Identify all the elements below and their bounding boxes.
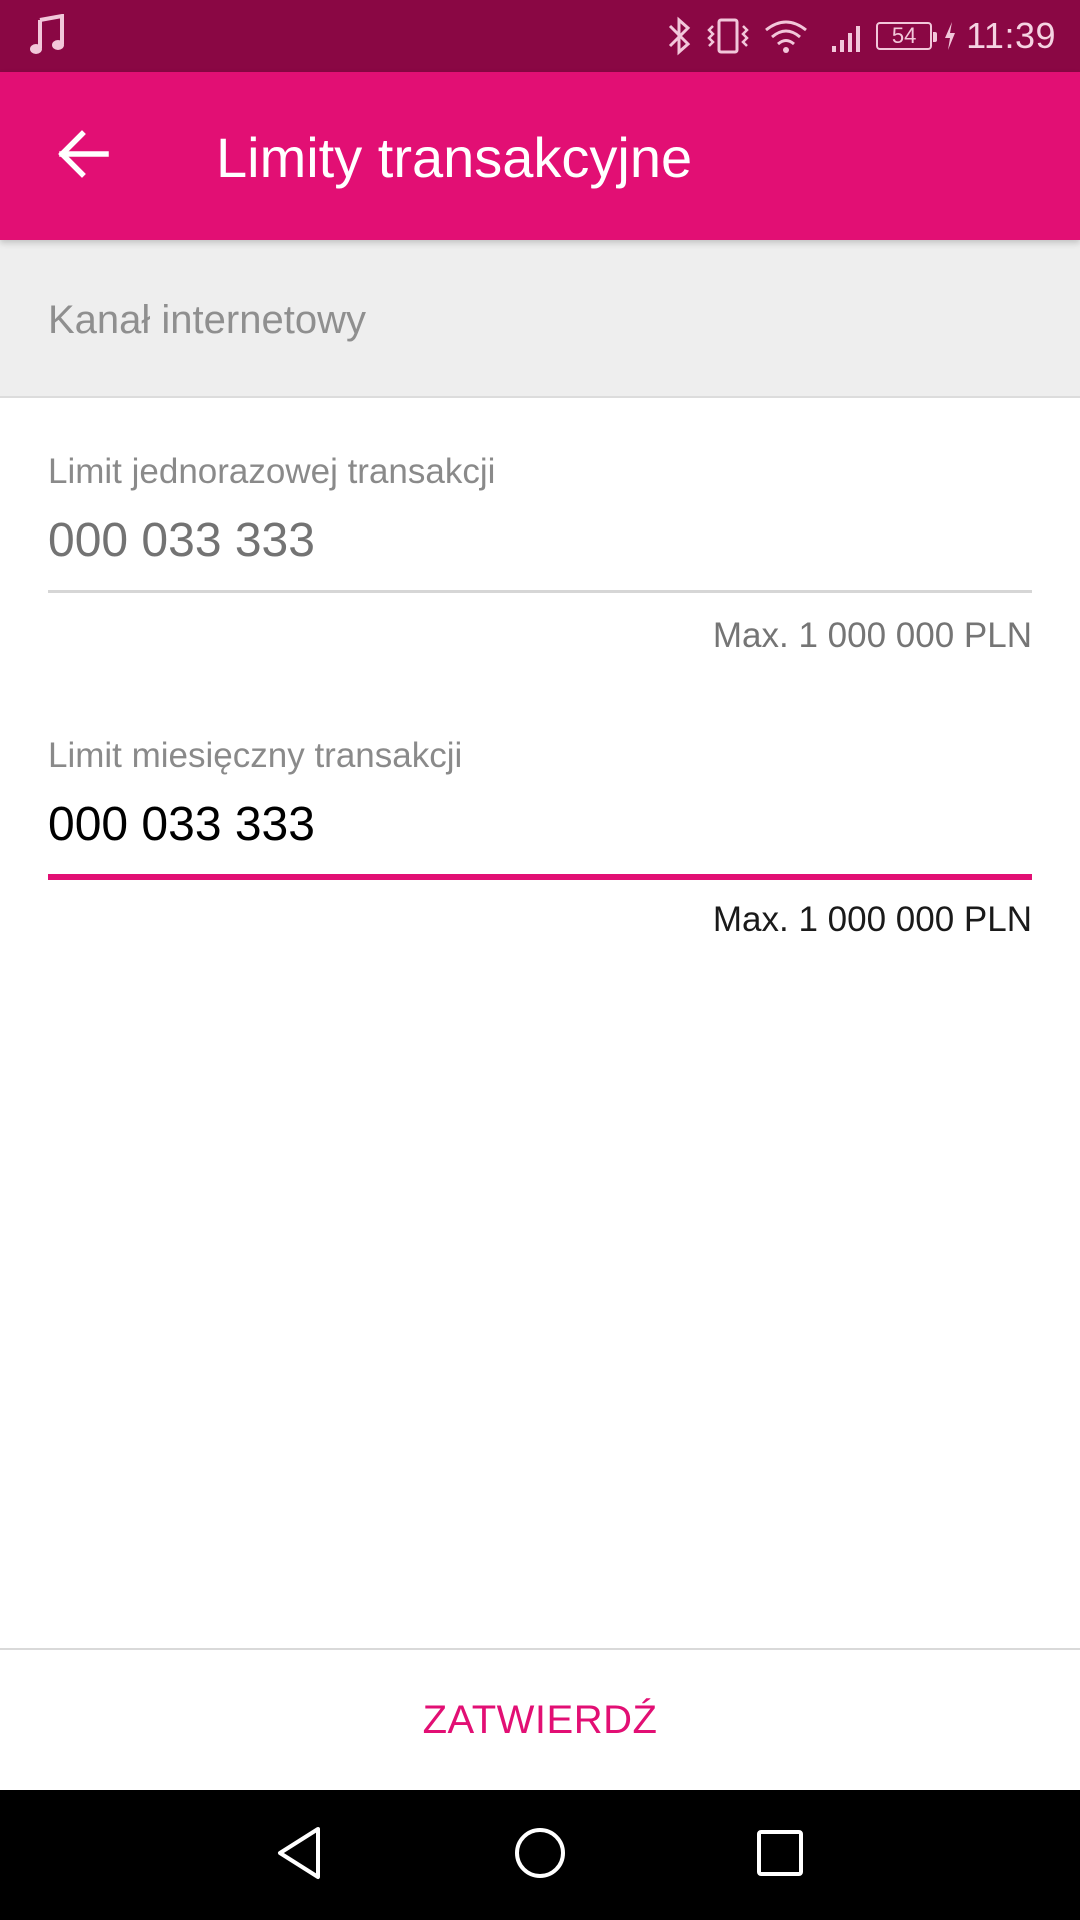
monthly-transaction-limit-label: Limit miesięczny transakcji — [48, 736, 463, 775]
section-header: Kanał internetowy — [0, 240, 1080, 398]
single-transaction-limit-underline — [48, 590, 1032, 593]
arrow-back-icon — [58, 129, 110, 183]
page-title: Limity transakcyjne — [216, 126, 693, 189]
status-time: 11:39 — [966, 15, 1056, 56]
nav-home-icon — [512, 1825, 568, 1886]
wifi-icon — [764, 18, 808, 54]
bottom-action-bar: ZATWIERDŹ — [0, 1648, 1080, 1790]
single-transaction-limit-input[interactable] — [48, 498, 1032, 582]
vibrate-icon — [706, 16, 750, 56]
nav-back-button[interactable] — [250, 1810, 350, 1900]
system-navigation-bar — [0, 1790, 1080, 1920]
nav-back-icon — [274, 1825, 326, 1886]
back-button[interactable] — [40, 112, 128, 200]
status-icons: 54 11:39 — [666, 0, 1080, 72]
section-title: Kanał internetowy — [48, 298, 366, 342]
nav-recent-apps-button[interactable] — [730, 1810, 830, 1900]
confirm-button[interactable]: ZATWIERDŹ — [0, 1650, 1080, 1790]
single-transaction-limit-helper: Max. 1 000 000 PLN — [712, 616, 1032, 655]
signal-icon — [830, 18, 866, 54]
nav-recent-apps-icon — [755, 1828, 805, 1883]
music-note-icon — [28, 13, 68, 58]
monthly-transaction-limit-underline — [48, 874, 1032, 880]
monthly-transaction-limit-helper: Max. 1 000 000 PLN — [712, 900, 1032, 939]
app-bar: Limity transakcyjne — [0, 72, 1080, 240]
monthly-transaction-limit-input[interactable] — [48, 782, 1032, 866]
nav-home-button[interactable] — [490, 1810, 590, 1900]
bluetooth-icon — [666, 16, 692, 56]
single-transaction-limit-label: Limit jednorazowej transakcji — [48, 452, 496, 491]
status-bar: 54 11:39 — [0, 0, 1080, 72]
charging-icon — [942, 20, 958, 52]
battery-level: 54 — [891, 23, 917, 48]
battery-icon: 54 — [876, 22, 938, 50]
